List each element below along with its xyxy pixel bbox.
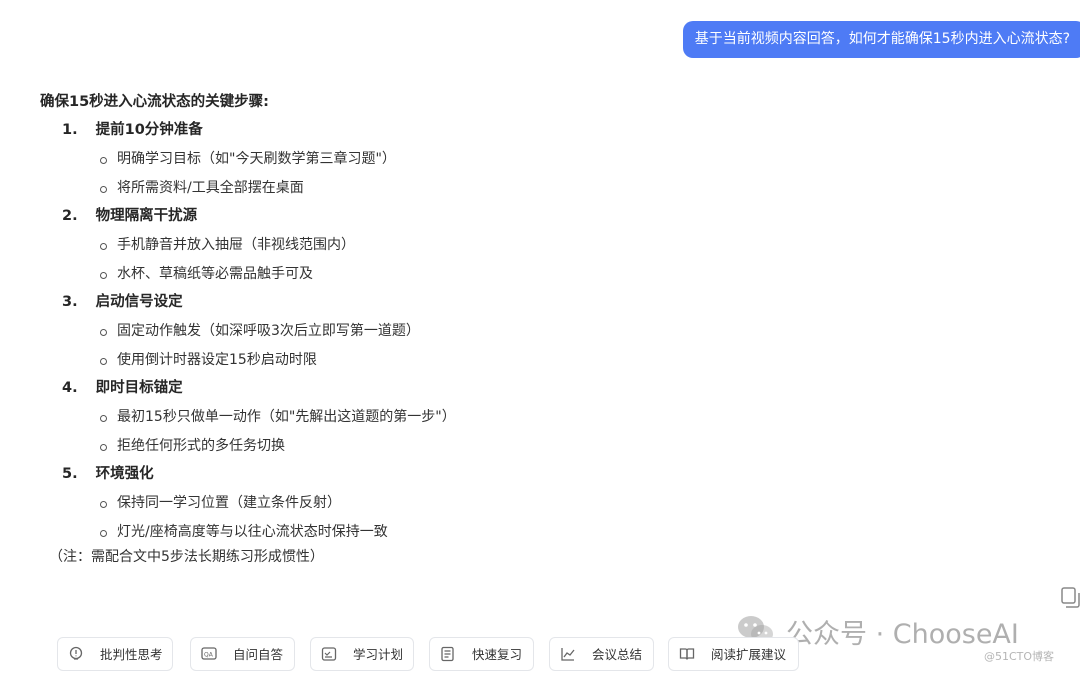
suggestion-label: 快速复习 <box>472 647 523 662</box>
step-title: 物理隔离干扰源 <box>95 208 198 224</box>
step-heading: 5. 环境强化 <box>40 460 740 489</box>
lightbulb-icon <box>69 646 83 660</box>
list-item: 灯光/座椅高度等与以往心流状态时保持一致 <box>40 518 740 547</box>
step: 4. 即时目标锚定 最初15秒只做单一动作（如"先解出这道题的第一步"） 拒绝任何… <box>40 374 740 460</box>
watermark-text: 公众号 · ChooseAI <box>786 619 1019 650</box>
list-item-text: 灯光/座椅高度等与以往心流状态时保持一致 <box>117 523 388 540</box>
list-item: 水杯、草稿纸等必需品触手可及 <box>40 260 740 289</box>
bullet-icon <box>100 157 107 164</box>
bullet-icon <box>100 271 107 279</box>
suggestion-chip[interactable]: 会议总结 <box>549 637 654 671</box>
step: 5. 环境强化 保持同一学习位置（建立条件反射） 灯光/座椅高度等与以往心流状态时… <box>40 460 740 546</box>
step-title: 提前10分钟准备 <box>95 122 203 138</box>
bullet-icon <box>100 501 107 508</box>
suggestion-chip[interactable]: 快速复习 <box>429 637 534 671</box>
list-item-text: 保持同一学习位置（建立条件反射） <box>117 495 341 511</box>
copy-icon[interactable] <box>1061 587 1080 609</box>
suggestion-chip[interactable]: 阅读扩展建议 <box>668 637 799 671</box>
list-item: 使用倒计时器设定15秒启动时限 <box>40 346 740 375</box>
answer-note: （注：需配合文中5步法长期练习形成惯性） <box>49 549 324 565</box>
user-message-text: 基于当前视频内容回答，如何才能确保15秒内进入心流状态? <box>694 31 1070 47</box>
step-number: 5. <box>62 466 78 482</box>
svg-text:QA: QA <box>204 652 214 659</box>
list-item: 将所需资料/工具全部摆在桌面 <box>40 174 740 203</box>
suggestion-chip[interactable]: 学习计划 <box>310 637 414 671</box>
list-item-text: 使用倒计时器设定15秒启动时限 <box>117 351 317 368</box>
list-item: 最初15秒只做单一动作（如"先解出这道题的第一步"） <box>40 403 740 432</box>
answer-title: 确保15秒进入心流状态的关键步骤: <box>40 94 269 110</box>
step-number: 2. <box>62 208 78 224</box>
bullet-icon <box>100 329 107 336</box>
step: 3. 启动信号设定 固定动作触发（如深呼吸3次后立即写第一道题） 使用倒计时器设定… <box>40 288 740 374</box>
suggestion-label: 学习计划 <box>353 647 404 662</box>
list-item-text: 明确学习目标（如"今天刷数学第三章习题"） <box>117 151 396 167</box>
list-item-text: 最初15秒只做单一动作（如"先解出这道题的第一步"） <box>117 409 456 425</box>
user-message-bubble: 基于当前视频内容回答，如何才能确保15秒内进入心流状态? <box>682 21 1080 58</box>
step-number: 4. <box>62 380 78 396</box>
qa-icon: QA <box>201 647 217 660</box>
list-item: 拒绝任何形式的多任务切换 <box>40 432 740 461</box>
list-item-text: 固定动作触发（如深呼吸3次后立即写第一道题） <box>117 323 420 339</box>
chart-icon <box>561 648 575 661</box>
bullet-icon <box>100 415 107 422</box>
step-number: 3. <box>62 294 78 310</box>
suggestion-chip[interactable]: 批判性思考 <box>57 637 173 671</box>
bullet-icon <box>100 243 107 250</box>
step-title: 启动信号设定 <box>95 294 183 310</box>
list-item: 固定动作触发（如深呼吸3次后立即写第一道题） <box>40 317 740 346</box>
step-heading: 2. 物理隔离干扰源 <box>40 202 740 231</box>
bullet-icon <box>100 357 107 365</box>
list-item-text: 拒绝任何形式的多任务切换 <box>117 437 285 454</box>
plan-icon <box>321 647 337 661</box>
list-item-text: 将所需资料/工具全部摆在桌面 <box>117 179 304 196</box>
suggestion-label: 阅读扩展建议 <box>711 647 787 662</box>
review-icon <box>441 646 454 662</box>
list-item: 手机静音并放入抽屉（非视线范围内） <box>40 231 740 260</box>
step-title: 即时目标锚定 <box>95 380 183 396</box>
bullet-icon <box>100 443 107 451</box>
list-item-text: 水杯、草稿纸等必需品触手可及 <box>117 265 313 282</box>
list-item: 明确学习目标（如"今天刷数学第三章习题"） <box>40 145 740 174</box>
list-item: 保持同一学习位置（建立条件反射） <box>40 489 740 518</box>
suggestion-label: 自问自答 <box>233 647 284 662</box>
step: 2. 物理隔离干扰源 手机静音并放入抽屉（非视线范围内） 水杯、草稿纸等必需品触手… <box>40 202 740 288</box>
book-icon <box>679 648 695 660</box>
blog-tag: @51CTO博客 <box>984 650 1055 663</box>
bullet-icon <box>100 185 107 193</box>
suggestion-chip[interactable]: QA 自问自答 <box>190 637 295 671</box>
step-heading: 1. 提前10分钟准备 <box>40 116 740 145</box>
step-title: 环境强化 <box>95 466 154 482</box>
assistant-answer: 确保15秒进入心流状态的关键步骤: 1. 提前10分钟准备 明确学习目标（如"今天… <box>40 88 740 546</box>
list-item-text: 手机静音并放入抽屉（非视线范围内） <box>117 237 355 253</box>
step-heading: 4. 即时目标锚定 <box>40 374 740 403</box>
suggestion-label: 批判性思考 <box>100 647 163 662</box>
bullet-icon <box>100 529 107 537</box>
suggestion-label: 会议总结 <box>592 647 643 662</box>
chat-page: 基于当前视频内容回答，如何才能确保15秒内进入心流状态? 确保15秒进入心流状态… <box>0 0 1080 674</box>
step: 1. 提前10分钟准备 明确学习目标（如"今天刷数学第三章习题"） 将所需资料/工… <box>40 116 740 202</box>
step-number: 1. <box>62 122 78 138</box>
step-heading: 3. 启动信号设定 <box>40 288 740 317</box>
